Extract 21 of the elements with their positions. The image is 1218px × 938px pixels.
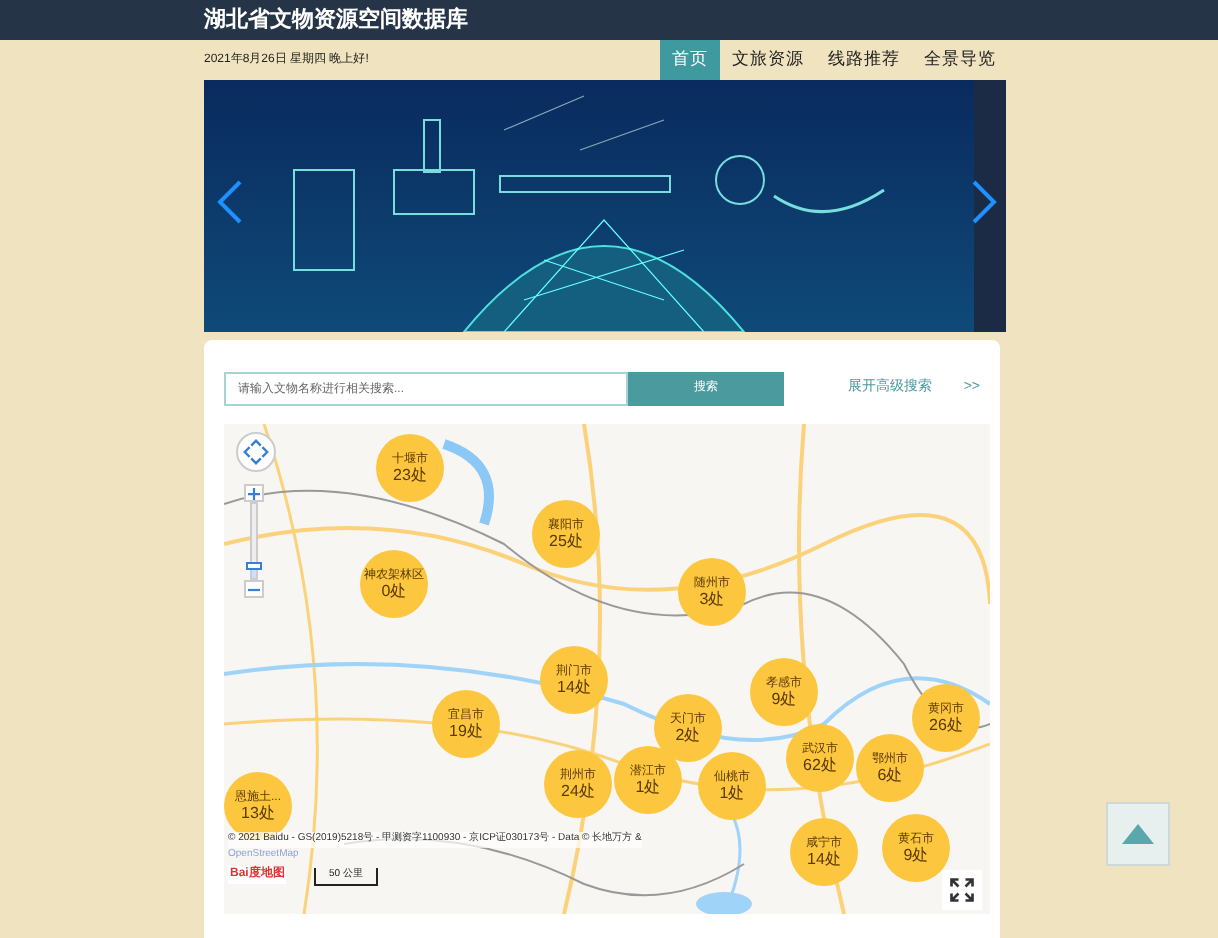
marker-count: 3处 [699, 591, 725, 607]
marker-count: 25处 [549, 533, 583, 549]
site-title: 湖北省文物资源空间数据库 [204, 3, 468, 36]
marker-count: 0处 [381, 583, 407, 599]
nav-tab[interactable]: 全景导览 [912, 40, 1008, 80]
marker-count: 9处 [771, 691, 797, 707]
marker-count: 62处 [803, 757, 837, 773]
marker-count: 23处 [393, 467, 427, 483]
marker-count: 6处 [877, 767, 903, 783]
marker-count: 26处 [929, 717, 963, 733]
marker-count: 13处 [241, 805, 275, 821]
marker-count: 24处 [561, 783, 595, 799]
marker-count: 1处 [635, 779, 661, 795]
marker-count: 14处 [807, 851, 841, 867]
marker-count: 19处 [449, 723, 483, 739]
marker-count: 14处 [557, 679, 591, 695]
nav-tab[interactable]: 线路推荐 [816, 40, 912, 80]
nav-tab[interactable]: 文旅资源 [720, 40, 816, 80]
marker-count: 1处 [719, 785, 745, 801]
marker-count: 9处 [903, 847, 929, 863]
marker-count: 2处 [675, 727, 701, 743]
